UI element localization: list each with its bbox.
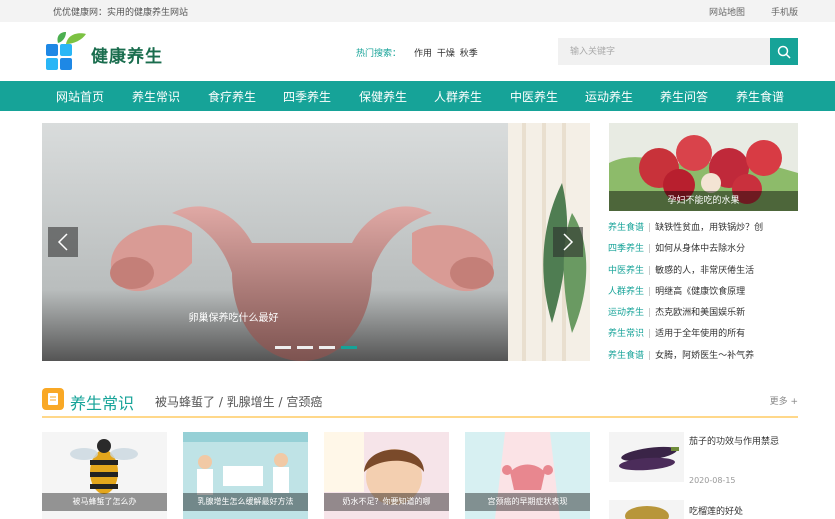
- list-item[interactable]: 养生食谱 | 缺铁性贫血，用铁锅炒？创: [608, 220, 798, 241]
- news-category[interactable]: 养生食谱: [608, 351, 644, 361]
- slider-dot[interactable]: [319, 346, 335, 349]
- sitemap-link[interactable]: 网站地图: [709, 5, 745, 18]
- card-caption: 宫颈癌的早期症状表现: [465, 493, 590, 511]
- card-caption: 被马蜂蜇了怎么办: [42, 493, 167, 511]
- section-tags[interactable]: 被马蜂蜇了 / 乳腺增生 / 宫颈癌: [155, 393, 322, 410]
- hot-search-label: 热门搜索：: [356, 49, 402, 59]
- nav-item-home[interactable]: 网站首页: [56, 88, 104, 105]
- side-thumb: [609, 500, 684, 519]
- article-card[interactable]: 奶水不足？你要知道的哪: [324, 432, 449, 519]
- nav-item-healthcare[interactable]: 保健养生: [359, 88, 407, 105]
- feature-card[interactable]: 孕妇不能吃的水果: [609, 123, 798, 211]
- nav-item-health-tips[interactable]: 养生常识: [132, 88, 180, 105]
- nav-item-recipes[interactable]: 养生食谱: [736, 88, 784, 105]
- side-title[interactable]: 吃榴莲的好处: [689, 504, 743, 517]
- hot-search-words[interactable]: 作用 干燥 秋季: [414, 46, 478, 59]
- eggplant-image: [609, 432, 684, 482]
- news-category[interactable]: 中医养生: [608, 266, 644, 276]
- slide-image: [42, 123, 590, 361]
- news-title[interactable]: 缺铁性贫血，用铁锅炒？创: [655, 223, 763, 233]
- news-title[interactable]: 适用于全年使用的所有: [655, 329, 745, 339]
- nav-item-diet-therapy[interactable]: 食疗养生: [208, 88, 256, 105]
- mobile-link[interactable]: 手机版: [771, 5, 798, 18]
- site-description: 优优健康网：实用的健康养生网站: [53, 8, 189, 18]
- news-category[interactable]: 四季养生: [608, 244, 644, 254]
- news-title[interactable]: 如何从身体中去除水分: [655, 244, 745, 254]
- slide-caption: 卵巢保养吃什么最好: [188, 313, 279, 324]
- nav-item-qa[interactable]: 养生问答: [660, 88, 708, 105]
- search-icon: [777, 45, 791, 59]
- news-list: 养生食谱 | 缺铁性贫血，用铁锅炒？创 四季养生 | 如何从身体中去除水分 中医养生 | 敏…: [608, 220, 798, 369]
- logo-icon: [46, 32, 86, 70]
- news-title[interactable]: 女腾，阿娇医生～补气养: [655, 351, 754, 361]
- side-thumb: [609, 432, 684, 482]
- news-category[interactable]: 运动养生: [608, 308, 644, 318]
- article-card[interactable]: 被马蜂蜇了怎么办: [42, 432, 167, 519]
- news-category[interactable]: 养生食谱: [608, 223, 644, 233]
- durian-image: [609, 500, 684, 519]
- hero-slider[interactable]: 卵巢保养吃什么最好: [42, 123, 590, 361]
- news-title[interactable]: 明继高《健康饮食原理: [655, 287, 745, 297]
- list-item[interactable]: 人群养生 | 明继高《健康饮食原理: [608, 284, 798, 305]
- news-category[interactable]: 人群养生: [608, 287, 644, 297]
- slider-dots: [275, 346, 357, 349]
- search-button[interactable]: [770, 38, 798, 65]
- book-icon: [42, 388, 64, 410]
- list-item[interactable]: 养生食谱 | 女腾，阿娇医生～补气养: [608, 348, 798, 369]
- card-caption: 乳腺增生怎么缓解最好方法: [183, 493, 308, 511]
- chevron-right-icon: [563, 233, 574, 251]
- chevron-left-icon: [57, 233, 68, 251]
- main-nav: 网站首页 养生常识 食疗养生 四季养生 保健养生 人群养生 中医养生 运动养生 …: [0, 81, 835, 111]
- feature-caption: 孕妇不能吃的水果: [609, 191, 798, 211]
- nav-item-seasonal[interactable]: 四季养生: [283, 88, 331, 105]
- list-item[interactable]: 养生常识 | 适用于全年使用的所有: [608, 326, 798, 347]
- side-article[interactable]: 吃榴莲的好处: [609, 500, 798, 519]
- side-title[interactable]: 茄子的功效与作用禁忌: [689, 434, 779, 447]
- article-card[interactable]: 宫颈癌的早期症状表现: [465, 432, 590, 519]
- card-caption: 奶水不足？你要知道的哪: [324, 493, 449, 511]
- site-logo[interactable]: 健康养生: [44, 32, 174, 74]
- slider-dot[interactable]: [297, 346, 313, 349]
- side-article[interactable]: 茄子的功效与作用禁忌 2020-08-15: [609, 432, 798, 490]
- slider-next-button[interactable]: [553, 227, 583, 257]
- logo-text: 健康养生: [91, 47, 163, 67]
- side-date: 2020-08-15: [689, 476, 736, 485]
- nav-item-exercise[interactable]: 运动养生: [585, 88, 633, 105]
- list-item[interactable]: 中医养生 | 敏感的人，非常厌倦生活: [608, 263, 798, 284]
- search-box: [558, 38, 798, 65]
- section-header: 养生常识 被马蜂蜇了 / 乳腺增生 / 宫颈癌 更多 +: [42, 386, 798, 418]
- slider-prev-button[interactable]: [48, 227, 78, 257]
- nav-item-population[interactable]: 人群养生: [434, 88, 482, 105]
- nav-item-tcm[interactable]: 中医养生: [510, 88, 558, 105]
- news-title[interactable]: 杰克欧洲和美国娱乐新: [655, 308, 745, 318]
- news-category[interactable]: 养生常识: [608, 329, 644, 339]
- news-title[interactable]: 敏感的人，非常厌倦生活: [655, 266, 754, 276]
- article-card[interactable]: 乳腺增生怎么缓解最好方法: [183, 432, 308, 519]
- list-item[interactable]: 运动养生 | 杰克欧洲和美国娱乐新: [608, 305, 798, 326]
- top-bar: 优优健康网：实用的健康养生网站 网站地图 手机版: [0, 0, 835, 22]
- search-input[interactable]: [558, 38, 770, 65]
- section-title[interactable]: 养生常识: [70, 390, 134, 414]
- slider-dot[interactable]: [275, 346, 291, 349]
- slider-dot-active[interactable]: [341, 346, 357, 349]
- more-link[interactable]: 更多 +: [770, 394, 798, 407]
- list-item[interactable]: 四季养生 | 如何从身体中去除水分: [608, 241, 798, 262]
